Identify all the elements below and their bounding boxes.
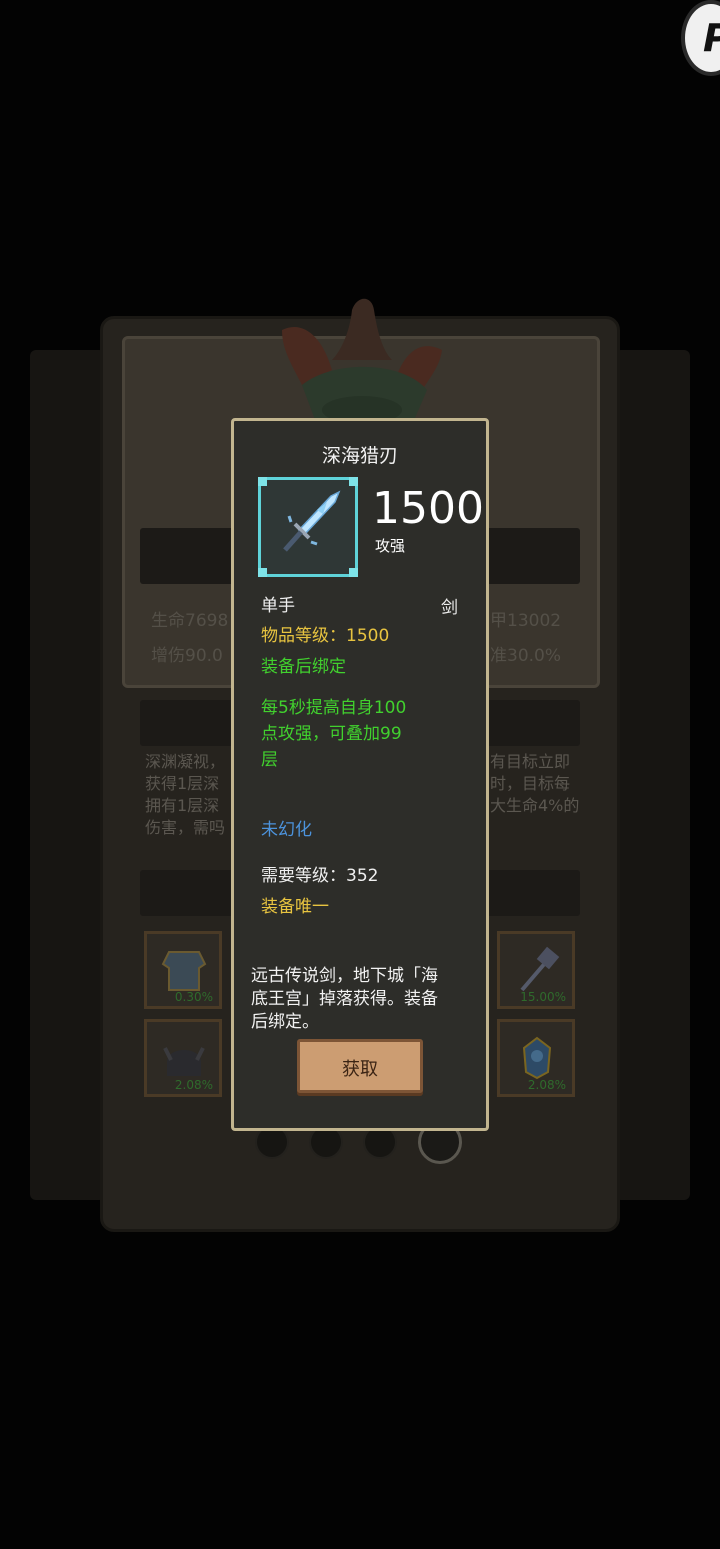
bg-desc-line: 有目标立即 — [490, 752, 571, 771]
item-name: 深海猎刃 — [321, 445, 398, 467]
obtain-button[interactable]: 获取 — [297, 1039, 423, 1093]
bg-stat-hp: 生命7698 — [151, 611, 229, 631]
stat-label: 攻强 — [375, 537, 406, 555]
side-panel-left — [30, 350, 105, 1200]
drop-chance: 0.30% — [174, 990, 213, 1004]
trinket-icon — [522, 1036, 552, 1080]
drop-chance: 15.00% — [520, 990, 566, 1004]
bg-stat-damage: 增伤90.0 — [151, 646, 223, 666]
bind-on-equip: 装备后绑定 — [261, 657, 346, 677]
flavor-text: 远古传说剑，地下城「海 底王宫」掉落获得。装备 后绑定。 — [251, 965, 473, 1034]
bg-desc-line: 大生命4%的 — [490, 796, 580, 815]
drop-slot-armor[interactable]: 0.30% — [144, 931, 222, 1009]
sword-icon — [283, 490, 341, 552]
flavor-line: 底王宫」掉落获得。装备 — [251, 989, 438, 1009]
drop-slot-trinket[interactable]: 2.08% — [497, 1019, 575, 1097]
drop-chance: 2.08% — [527, 1078, 566, 1092]
stat-value: 1500 — [372, 483, 484, 534]
transmog-status: 未幻化 — [261, 820, 312, 840]
bg-stat-armor: 甲13002 — [490, 611, 562, 631]
helmet-icon — [163, 1047, 205, 1076]
hand-type: 单手 — [261, 596, 295, 616]
effect-line: 层 — [261, 750, 278, 770]
flavor-line: 远古传说剑，地下城「海 — [251, 966, 438, 986]
item-level: 物品等级：1500 — [261, 626, 390, 646]
effect-line: 点攻强，可叠加99 — [261, 724, 402, 744]
flavor-line: 后绑定。 — [251, 1012, 319, 1032]
bg-stat-accuracy: 准30.0% — [490, 646, 562, 666]
bg-desc-line: 拥有1层深 — [145, 796, 220, 815]
side-panel-right — [615, 350, 690, 1200]
bg-desc-line: 时，目标每 — [490, 774, 571, 793]
drop-slot-helmet[interactable]: 2.08% — [144, 1019, 222, 1097]
effect-line: 每5秒提高自身100 — [261, 698, 407, 718]
bg-desc-line: 深渊凝视， — [145, 752, 226, 771]
unique-equip: 装备唯一 — [261, 897, 329, 917]
bg-desc-line: 获得1层深 — [145, 774, 220, 793]
weapon-type: 剑 — [441, 598, 458, 618]
drop-chance: 2.08% — [174, 1078, 213, 1092]
item-icon-frame — [258, 477, 358, 577]
drop-slot-hammer[interactable]: 15.00% — [497, 931, 575, 1009]
item-tooltip: 深海猎刃 1500 攻强 单手 剑 物品等级：1500 装备后绑定 每5秒提高自… — [231, 418, 489, 1131]
armor-icon — [161, 951, 207, 991]
required-level: 需要等级：352 — [261, 866, 379, 886]
hammer-icon — [520, 946, 560, 992]
obtain-button-label: 获取 — [342, 1059, 378, 1080]
bg-desc-line: 伤害，需吗 — [145, 818, 226, 837]
